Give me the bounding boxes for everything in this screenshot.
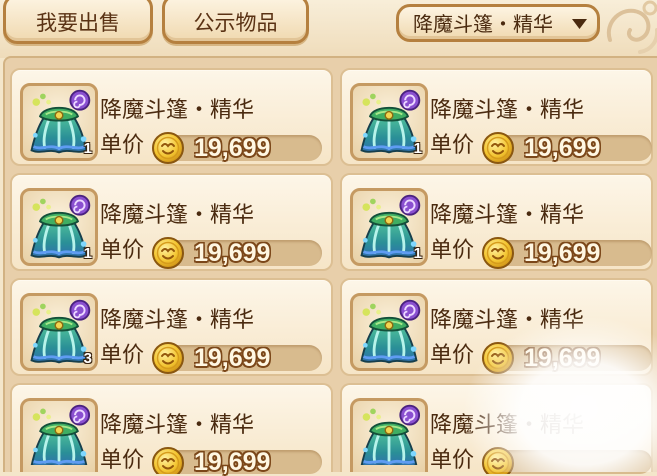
item-price: 19,699 — [194, 344, 271, 372]
market-screen: { "toolbar": { "sell_button": "我要出售", "p… — [0, 0, 657, 476]
item-name: 降魔斗篷・精华 — [100, 203, 255, 228]
item-name: 降魔斗篷・精华 — [430, 98, 585, 123]
unit-price-label: 单价 — [430, 448, 475, 473]
cloak-icon — [30, 404, 91, 465]
coin-icon — [152, 132, 184, 164]
dropdown-selected-value: 降魔斗篷・精华 — [413, 12, 553, 36]
item-slot — [20, 398, 98, 472]
item-name: 降魔斗篷・精华 — [430, 413, 585, 438]
listing-card[interactable]: 1 降魔斗篷・精华 单价 19,699 — [10, 173, 333, 271]
listing-card[interactable]: 降魔斗篷・精华 单价 19,699 — [340, 278, 653, 376]
item-quantity: 3 — [83, 350, 92, 367]
item-name: 降魔斗篷・精华 — [100, 98, 255, 123]
unit-price-label: 单价 — [430, 133, 475, 158]
public-items-button[interactable]: 公示物品 — [162, 0, 309, 44]
listing-card[interactable]: 3 降魔斗篷・精华 单价 19,699 — [10, 278, 333, 376]
item-price: 19,699 — [194, 239, 271, 267]
item-slot — [350, 293, 428, 371]
item-price: 19,699 — [194, 134, 271, 162]
listing-card[interactable]: 降魔斗篷・精华 单价 — [340, 383, 653, 474]
coin-icon — [482, 447, 514, 474]
coin-icon — [152, 447, 184, 474]
item-quantity: 1 — [413, 245, 422, 262]
item-filter-dropdown[interactable]: 降魔斗篷・精华 — [396, 4, 600, 42]
unit-price-label: 单价 — [430, 238, 475, 263]
listing-card[interactable]: 1 降魔斗篷・精华 单价 19,699 — [10, 68, 333, 166]
item-name: 降魔斗篷・精华 — [430, 203, 585, 228]
item-name: 降魔斗篷・精华 — [430, 308, 585, 333]
coin-icon — [482, 342, 514, 374]
sell-button[interactable]: 我要出售 — [3, 0, 153, 44]
item-price: 19,699 — [194, 448, 271, 476]
unit-price-label: 单价 — [100, 343, 145, 368]
item-slot: 1 — [350, 188, 428, 266]
unit-price-label: 单价 — [100, 238, 145, 263]
listing-card[interactable]: 降魔斗篷・精华 单价 19,699 — [10, 383, 333, 476]
item-price: 19,699 — [524, 239, 601, 267]
item-quantity: 1 — [83, 140, 92, 157]
item-slot — [350, 398, 428, 472]
swirl-icon — [606, 0, 657, 54]
item-slot: 1 — [20, 83, 98, 161]
listing-card[interactable]: 1 降魔斗篷・精华 单价 19,699 — [340, 173, 653, 271]
item-name: 降魔斗篷・精华 — [100, 308, 255, 333]
coin-icon — [482, 132, 514, 164]
item-name: 降魔斗篷・精华 — [100, 413, 255, 438]
item-price: 19,699 — [524, 344, 601, 372]
unit-price-label: 单价 — [430, 343, 475, 368]
coin-icon — [482, 237, 514, 269]
top-toolbar: 我要出售 公示物品 降魔斗篷・精华 — [0, 0, 657, 58]
unit-price-label: 单价 — [100, 133, 145, 158]
unit-price-label: 单价 — [100, 448, 145, 473]
listing-card[interactable]: 1 降魔斗篷・精华 单价 19,699 — [340, 68, 653, 166]
item-slot: 3 — [20, 293, 98, 371]
item-slot: 1 — [20, 188, 98, 266]
cloak-icon — [360, 404, 421, 465]
item-quantity: 1 — [83, 245, 92, 262]
coin-icon — [152, 342, 184, 374]
item-price: 19,699 — [524, 134, 601, 162]
coin-icon — [152, 237, 184, 269]
triangle-down-icon — [572, 19, 587, 29]
cloak-icon — [360, 299, 421, 364]
item-slot: 1 — [350, 83, 428, 161]
item-quantity: 1 — [413, 140, 422, 157]
